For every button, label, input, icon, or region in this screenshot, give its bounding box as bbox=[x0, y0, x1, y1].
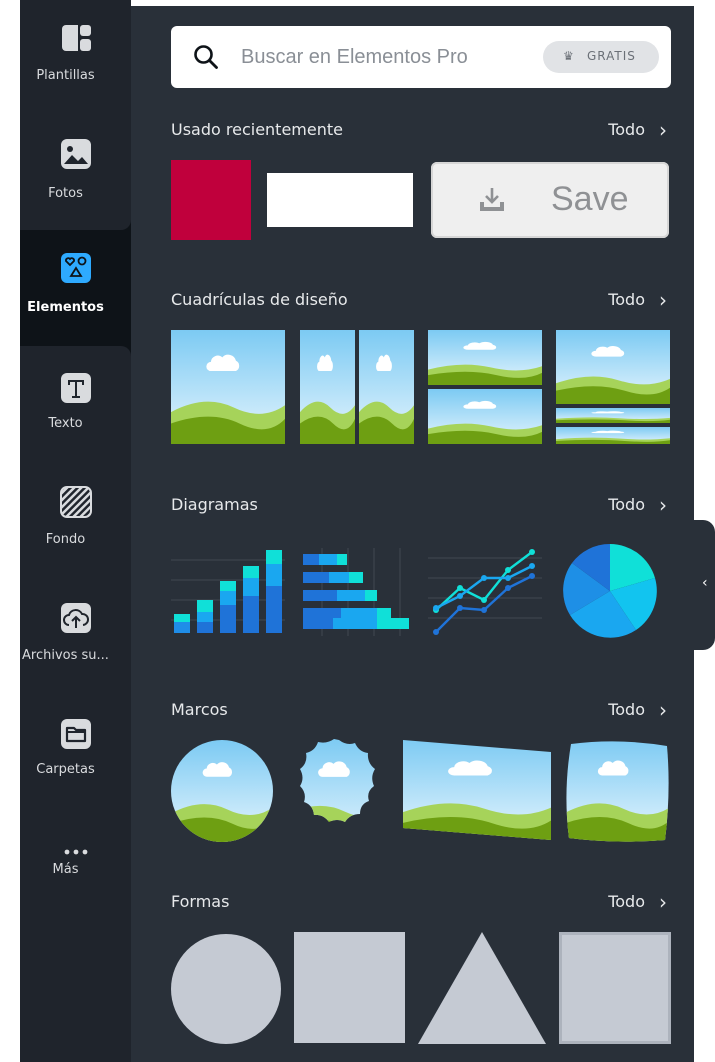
search-input[interactable] bbox=[241, 41, 531, 73]
rail-item-background[interactable]: Fondo bbox=[20, 486, 131, 586]
section-header-recent: Usado recientemente Todo › bbox=[171, 118, 671, 144]
chevron-right-icon[interactable]: › bbox=[659, 288, 667, 312]
search-icon bbox=[194, 45, 218, 69]
recent-white-rectangle[interactable] bbox=[267, 173, 413, 227]
collapse-panel-handle[interactable]: ‹ bbox=[694, 520, 715, 650]
rail-label: Carpetas bbox=[36, 762, 95, 777]
rail-label: Fondo bbox=[45, 532, 86, 547]
download-icon bbox=[480, 188, 504, 211]
rail-label: Más bbox=[52, 862, 79, 877]
shape-bordered-square[interactable] bbox=[559, 932, 671, 1044]
shape-triangle[interactable] bbox=[418, 932, 546, 1044]
see-all-link[interactable]: Todo bbox=[608, 892, 645, 911]
text-icon bbox=[60, 373, 91, 403]
section-title: Diagramas bbox=[171, 495, 258, 514]
chevron-left-icon: ‹ bbox=[702, 575, 708, 591]
free-badge-label: GRATIS bbox=[587, 49, 636, 63]
upload-icon bbox=[60, 603, 91, 633]
section-header-shapes: Formas Todo › bbox=[171, 890, 671, 916]
section-title: Formas bbox=[171, 892, 230, 911]
crown-icon: ♛ bbox=[563, 49, 575, 63]
elements-icon bbox=[60, 253, 91, 283]
see-all-link[interactable]: Todo bbox=[608, 120, 645, 139]
shape-circle[interactable] bbox=[171, 934, 281, 1044]
grid-single[interactable] bbox=[171, 330, 285, 444]
save-label: Save bbox=[551, 180, 629, 218]
see-all-link[interactable]: Todo bbox=[608, 290, 645, 309]
frame-rough-rectangle[interactable] bbox=[565, 738, 671, 842]
chevron-right-icon[interactable]: › bbox=[659, 698, 667, 722]
chart-line[interactable] bbox=[428, 548, 542, 636]
section-title: Cuadrículas de diseño bbox=[171, 290, 348, 309]
search-bar[interactable]: ♛ GRATIS bbox=[171, 26, 671, 88]
rail-label: Texto bbox=[48, 416, 83, 431]
rail-item-text[interactable]: Texto bbox=[20, 370, 131, 470]
section-header-grids: Cuadrículas de diseño Todo › bbox=[171, 288, 671, 314]
rail-item-templates[interactable]: Plantillas bbox=[20, 20, 131, 120]
photo-icon bbox=[60, 139, 91, 169]
frame-skewed[interactable] bbox=[401, 738, 553, 842]
chart-pie[interactable] bbox=[561, 542, 659, 640]
templates-icon bbox=[61, 25, 91, 51]
chevron-right-icon[interactable]: › bbox=[659, 890, 667, 914]
section-title: Usado recientemente bbox=[171, 120, 343, 139]
rail-item-uploads[interactable]: Archivos su... bbox=[20, 600, 131, 700]
chart-stacked-column[interactable] bbox=[171, 548, 285, 636]
rail-label: Archivos su... bbox=[22, 648, 109, 663]
frame-circle[interactable] bbox=[171, 740, 273, 842]
chevron-right-icon[interactable]: › bbox=[659, 118, 667, 142]
chevron-right-icon[interactable]: › bbox=[659, 493, 667, 517]
free-badge[interactable]: ♛ GRATIS bbox=[543, 41, 659, 73]
rail-item-more[interactable]: Más bbox=[20, 836, 131, 936]
background-icon bbox=[59, 486, 92, 518]
shape-square[interactable] bbox=[294, 932, 405, 1043]
rail-label: Fotos bbox=[48, 186, 83, 201]
folder-icon bbox=[60, 719, 91, 749]
frame-scalloped[interactable] bbox=[284, 738, 394, 846]
grid-two-rows[interactable] bbox=[428, 330, 542, 444]
rail-item-elements[interactable]: Elementos bbox=[20, 250, 131, 350]
section-header-charts: Diagramas Todo › bbox=[171, 493, 671, 519]
rail-item-folders[interactable]: Carpetas bbox=[20, 716, 131, 816]
side-nav-rail: Plantillas Fotos Elementos Texto Fondo A… bbox=[0, 0, 131, 1062]
rail-item-photos[interactable]: Fotos bbox=[20, 138, 131, 238]
chart-stacked-bar[interactable] bbox=[300, 548, 414, 636]
section-title: Marcos bbox=[171, 700, 228, 719]
section-header-frames: Marcos Todo › bbox=[171, 698, 671, 724]
rail-label: Elementos bbox=[27, 300, 104, 315]
see-all-link[interactable]: Todo bbox=[608, 700, 645, 719]
grid-two-columns[interactable] bbox=[300, 330, 414, 444]
rail-label: Plantillas bbox=[36, 68, 95, 83]
grid-large-two-small[interactable] bbox=[556, 330, 670, 444]
see-all-link[interactable]: Todo bbox=[608, 495, 645, 514]
recent-save-button[interactable]: Save bbox=[431, 162, 669, 238]
elements-panel: ♛ GRATIS Usado recientemente Todo › Save… bbox=[131, 0, 694, 1062]
recent-color-swatch[interactable] bbox=[171, 160, 251, 240]
